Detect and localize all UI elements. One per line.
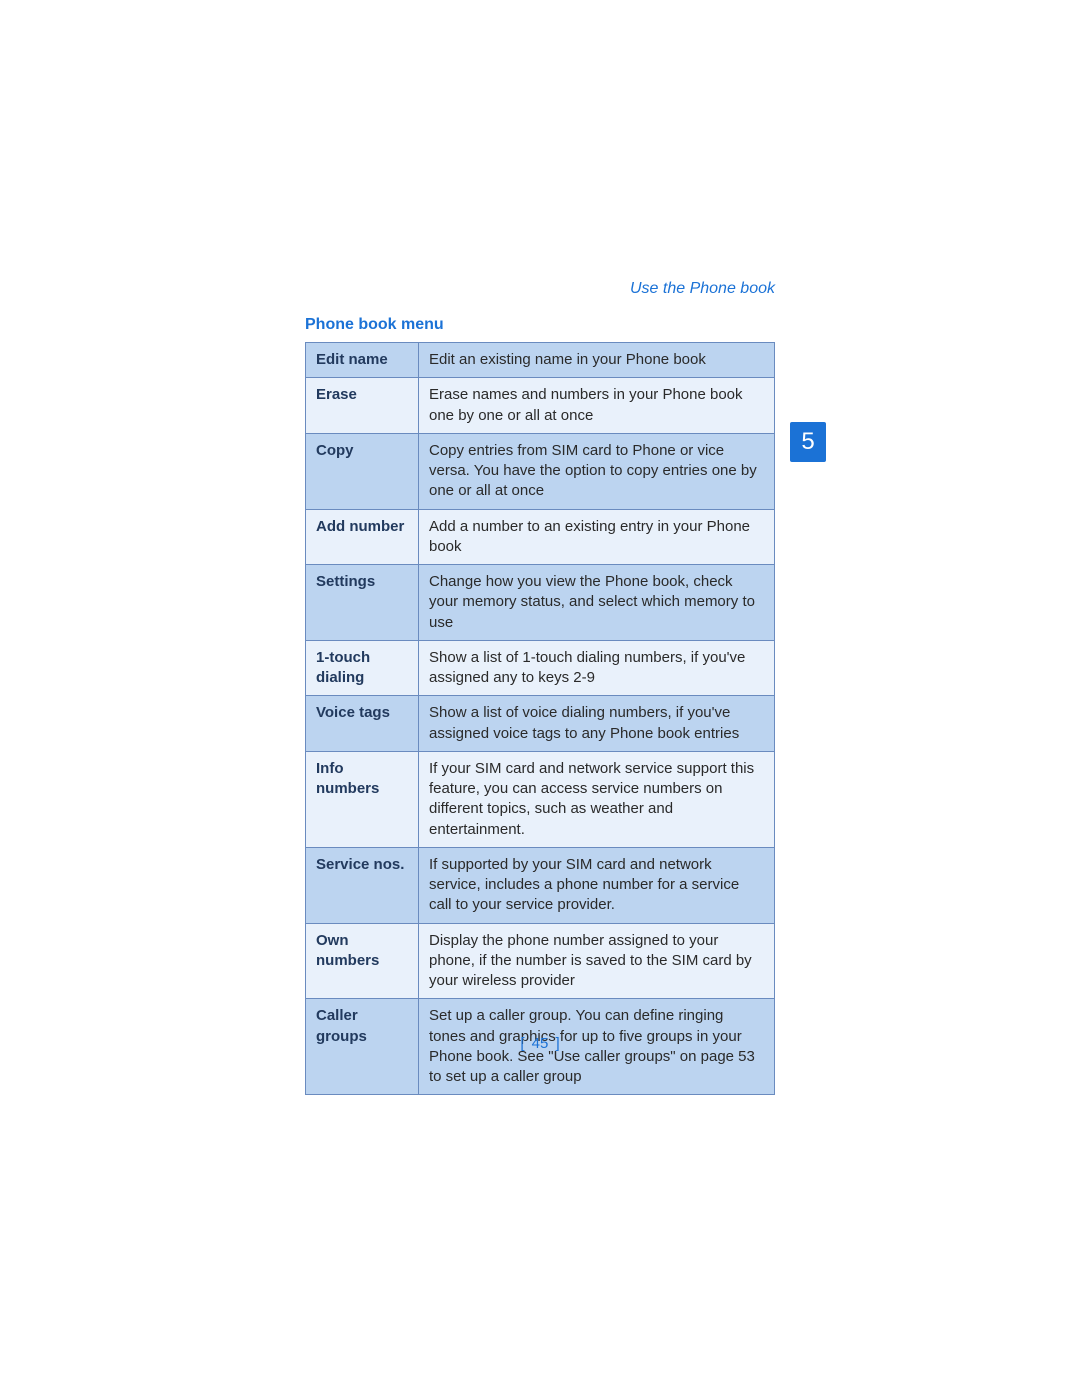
row-desc: Show a list of voice dialing numbers, if… [419,696,775,752]
row-label: Erase [306,378,419,434]
row-label: Voice tags [306,696,419,752]
row-desc: Edit an existing name in your Phone book [419,343,775,378]
row-label: Own numbers [306,923,419,999]
row-label: 1-touch dialing [306,640,419,696]
row-label: Info numbers [306,751,419,847]
chapter-number: 5 [801,428,814,456]
bracket-left: [ [517,1035,527,1052]
page-content: Use the Phone book Phone book menu Edit … [305,280,775,1095]
table-row: Own numbers Display the phone number ass… [306,923,775,999]
row-label: Edit name [306,343,419,378]
row-desc: Change how you view the Phone book, chec… [419,565,775,641]
bracket-right: ] [553,1035,563,1052]
phonebook-menu-table: Edit name Edit an existing name in your … [305,342,775,1095]
page-footer: [ 45 ] [305,1035,775,1052]
table-row: Edit name Edit an existing name in your … [306,343,775,378]
row-desc: Display the phone number assigned to you… [419,923,775,999]
row-label: Copy [306,433,419,509]
table-row: Add number Add a number to an existing e… [306,509,775,565]
row-desc: Add a number to an existing entry in you… [419,509,775,565]
row-desc: If your SIM card and network service sup… [419,751,775,847]
chapter-tab: 5 [790,422,826,462]
table-row: Copy Copy entries from SIM card to Phone… [306,433,775,509]
table-row: Erase Erase names and numbers in your Ph… [306,378,775,434]
row-label: Settings [306,565,419,641]
row-desc: Erase names and numbers in your Phone bo… [419,378,775,434]
running-header: Use the Phone book [305,280,775,298]
row-desc: If supported by your SIM card and networ… [419,847,775,923]
row-label: Service nos. [306,847,419,923]
row-desc: Copy entries from SIM card to Phone or v… [419,433,775,509]
row-desc: Show a list of 1-touch dialing numbers, … [419,640,775,696]
table-row: Settings Change how you view the Phone b… [306,565,775,641]
table-row: 1-touch dialing Show a list of 1-touch d… [306,640,775,696]
row-label: Add number [306,509,419,565]
table-row: Voice tags Show a list of voice dialing … [306,696,775,752]
page-number: 45 [532,1035,549,1052]
table-row: Info numbers If your SIM card and networ… [306,751,775,847]
section-title: Phone book menu [305,316,775,334]
table-row: Service nos. If supported by your SIM ca… [306,847,775,923]
